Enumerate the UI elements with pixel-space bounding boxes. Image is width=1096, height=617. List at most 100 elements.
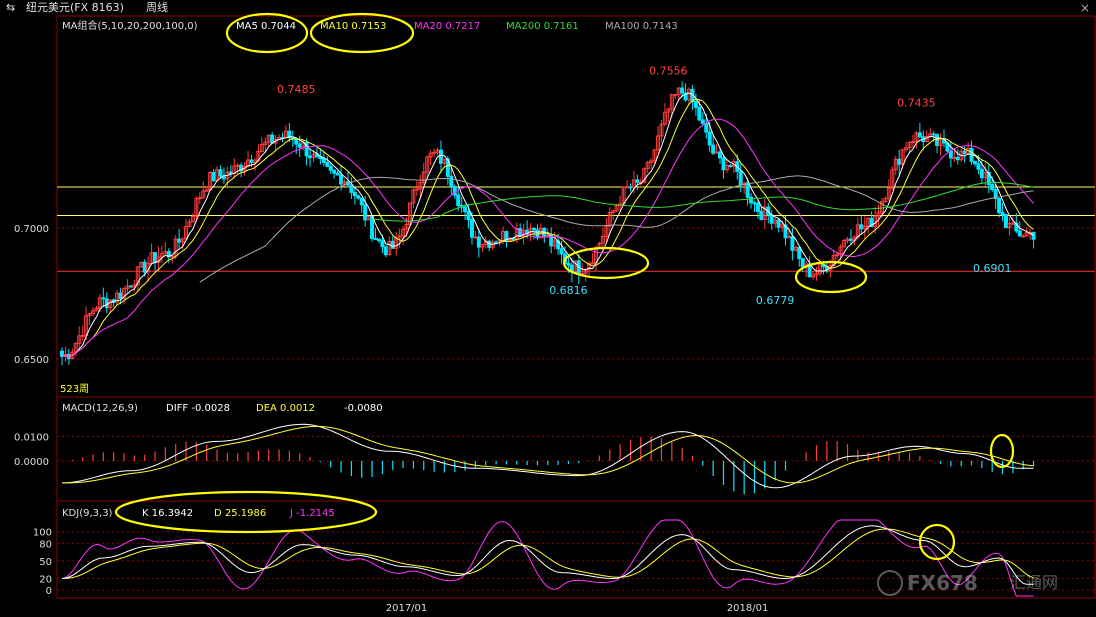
candle-body <box>270 134 275 144</box>
candle-body <box>749 196 754 204</box>
price-annotation-label: 0.6816 <box>549 284 588 297</box>
candle-body <box>153 252 158 263</box>
candle-body <box>177 238 182 243</box>
candle-body <box>917 132 922 138</box>
chart-canvas[interactable]: 0.7000 0.6500 0.0100 0.0000 10080 50 200 2017/… <box>0 0 1096 617</box>
macd-y-tick: 0.0100 <box>14 433 49 444</box>
candle-body <box>235 164 240 167</box>
candle-body <box>952 156 957 159</box>
candle-body <box>559 248 564 255</box>
candle-body <box>979 168 984 179</box>
ma10-legend: MA10 0.7153 <box>320 21 386 32</box>
price-annotation-label: 0.6779 <box>756 294 795 307</box>
candle-body <box>449 175 454 188</box>
kdj-legend-prefix[interactable]: KDJ(9,3,3) <box>62 508 113 519</box>
candle-body <box>910 141 915 144</box>
x-axis-labels: 2017/01 2018/01 <box>386 603 769 614</box>
candle-body <box>228 171 233 175</box>
macd-y-tick: 0.0000 <box>14 457 49 468</box>
candle-body <box>466 211 471 221</box>
watermark-sub: 汇通网 <box>1010 573 1058 592</box>
candle-body <box>935 134 940 146</box>
candle-body <box>897 158 902 165</box>
macd-layer <box>61 423 1035 495</box>
price-annotation-label: 0.7435 <box>897 96 936 109</box>
candle-body <box>680 87 685 94</box>
candle-body <box>948 150 953 159</box>
candle-body <box>363 204 368 221</box>
candle-body <box>142 261 147 273</box>
candle-body <box>707 131 712 146</box>
candle-body <box>590 262 595 265</box>
price-annotation-label: 0.6901 <box>973 262 1012 275</box>
candle-body <box>759 210 764 221</box>
candle-body <box>1010 222 1015 225</box>
candle-body <box>352 191 357 197</box>
candle-body <box>294 138 299 145</box>
kdj-legend: KDJ(9,3,3) K 16.3942 D 25.1986 J -1.2145 <box>62 508 335 519</box>
ma20-legend: MA20 0.7217 <box>414 21 480 32</box>
price-y-tick: 0.6500 <box>14 355 49 366</box>
candle-body <box>997 197 1002 214</box>
candle-body <box>976 163 981 170</box>
candle-body <box>566 263 571 266</box>
candle-body <box>745 182 750 198</box>
candle-body <box>776 219 781 228</box>
candle-body <box>752 202 757 205</box>
y-axis-labels: 0.7000 0.6500 0.0100 0.0000 10080 50 200 <box>14 224 52 597</box>
main-legend-prefix[interactable]: MA组合(5,10,20,200,100,0) <box>62 19 198 32</box>
kdj-y-tick: 100 <box>33 528 52 539</box>
candle-body <box>1017 230 1022 237</box>
kdj-y-tick: 20 <box>39 574 52 585</box>
candle-body <box>972 160 977 165</box>
candle-body <box>359 197 364 206</box>
candles-layer <box>60 81 1036 366</box>
candle-body <box>328 165 333 171</box>
candle-body <box>704 122 709 133</box>
watermark-text: FX678 <box>907 571 978 595</box>
main-legend: MA组合(5,10,20,200,100,0) MA5 0.7044 MA10 … <box>62 19 678 32</box>
candle-body <box>373 237 378 240</box>
candle-body <box>697 106 702 121</box>
candle-body <box>1031 231 1036 240</box>
candle-body <box>321 158 326 164</box>
candle-body <box>728 165 733 168</box>
candle-body <box>673 94 678 97</box>
candle-body <box>101 297 106 300</box>
macd-legend-prefix[interactable]: MACD(12,26,9) <box>62 403 138 414</box>
candle-body <box>80 334 85 337</box>
ma5-line <box>61 92 1034 358</box>
candle-body <box>297 143 302 148</box>
candle-body <box>625 186 630 189</box>
kdj-k-line <box>61 525 1034 585</box>
kdj-y-tick: 80 <box>39 539 52 550</box>
candle-body <box>308 155 313 159</box>
kdj-j-legend: J -1.2145 <box>289 508 335 519</box>
candle-body <box>390 240 395 249</box>
candle-body <box>628 186 633 189</box>
candle-body <box>1003 214 1008 229</box>
candle-body <box>325 162 330 167</box>
candle-body <box>755 202 760 212</box>
candle-body <box>170 255 175 258</box>
ma100-legend: MA100 0.7143 <box>605 21 678 32</box>
kdj-d-legend: D 25.1986 <box>214 508 266 519</box>
candle-body <box>339 174 344 185</box>
price-y-tick: 0.7000 <box>14 224 49 235</box>
candle-body <box>376 238 381 242</box>
candle-body <box>721 157 726 171</box>
macd-diff-legend: DIFF -0.0028 <box>166 403 230 414</box>
ma5-highlight-ellipse <box>225 12 309 54</box>
candle-body <box>332 169 337 174</box>
candle-body <box>800 258 805 268</box>
candle-body <box>718 151 723 159</box>
candle-body <box>700 119 705 124</box>
macd-dea-legend: DEA 0.0012 <box>256 403 315 414</box>
kdj-y-tick: 0 <box>46 586 52 597</box>
ma5-legend: MA5 0.7044 <box>236 21 296 32</box>
kdj-k-legend: K 16.3942 <box>142 508 193 519</box>
candle-body <box>711 144 716 154</box>
candle-body <box>349 184 354 193</box>
candle-body <box>218 169 223 177</box>
candle-body <box>1000 212 1005 216</box>
